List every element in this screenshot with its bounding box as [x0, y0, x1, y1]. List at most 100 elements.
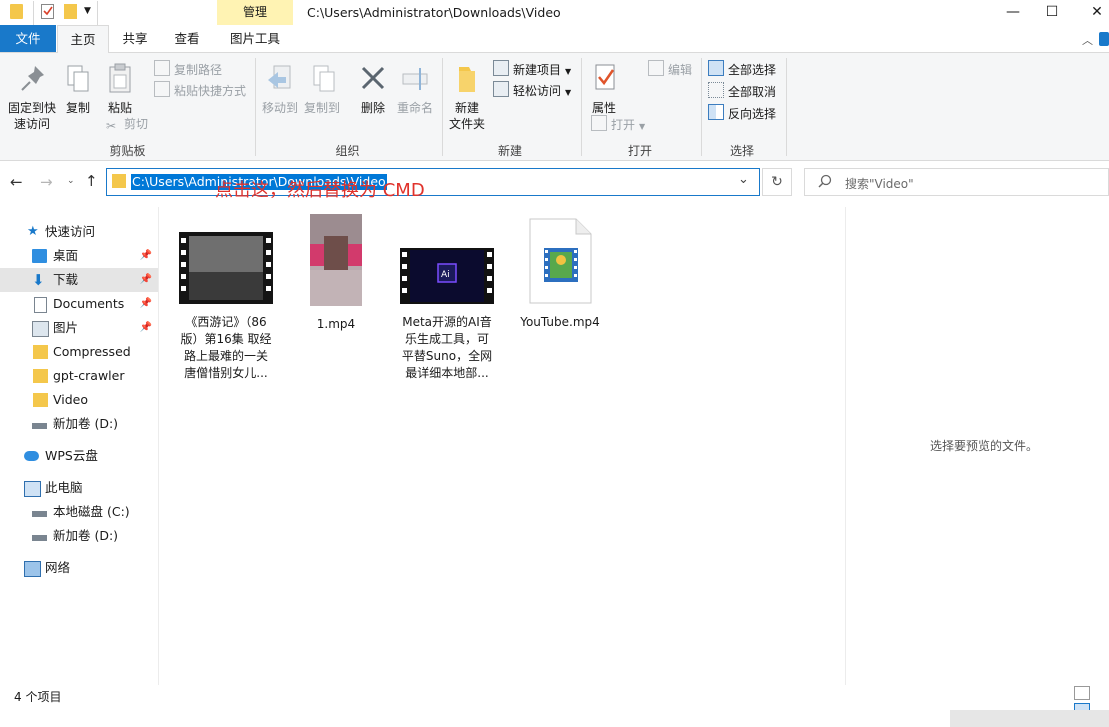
paste-button[interactable]: 粘贴: [104, 62, 136, 116]
nav-label: WPS云盘: [45, 448, 98, 463]
dropdown-arrow-icon: ▼: [565, 67, 572, 76]
details-view-icon[interactable]: [1074, 686, 1090, 700]
rename-label: 重命名: [396, 101, 433, 115]
move-to-button[interactable]: 移动到: [260, 62, 300, 116]
search-placeholder: 搜索"Video": [845, 177, 914, 191]
nav-quick-access[interactable]: ★ 快速访问: [0, 220, 158, 244]
document-icon: [34, 297, 47, 313]
easy-access-button[interactable]: 轻松访问 ▼: [493, 81, 571, 99]
nav-compressed[interactable]: Compressed: [0, 340, 158, 364]
nav-this-pc[interactable]: 此电脑: [0, 476, 158, 500]
nav-wps-cloud[interactable]: WPS云盘: [0, 444, 158, 468]
star-icon: ★: [27, 224, 39, 239]
tab-view[interactable]: 查看: [165, 25, 209, 52]
nav-label: 此电脑: [45, 480, 83, 495]
up-arrow-icon[interactable]: ↑: [85, 172, 98, 190]
edit-button[interactable]: 编辑: [648, 60, 692, 78]
computer-icon: [24, 481, 41, 497]
properties-button[interactable]: 属性: [586, 62, 622, 116]
pin-quick-access-button[interactable]: 固定到快 速访问: [4, 62, 60, 132]
copy-path-button[interactable]: 复制路径: [154, 60, 222, 78]
move-to-label: 移动到: [261, 101, 298, 115]
pin-icon: 📌: [139, 250, 152, 261]
invert-selection-icon: [708, 104, 724, 120]
folder-app-icon: [10, 4, 23, 19]
nav-documents[interactable]: Documents 📌: [0, 292, 158, 316]
address-dropdown-chevron-icon[interactable]: ⌄: [738, 172, 749, 187]
refresh-button[interactable]: ↻: [762, 168, 792, 196]
copy-button[interactable]: 复制: [62, 62, 94, 116]
file-item[interactable]: 《西游记》（86 版）第16集 取经 路上最难的一关 唐僧惜别女儿...: [174, 232, 278, 382]
scissors-icon: ✂: [106, 119, 117, 133]
pin-icon: [16, 62, 48, 96]
file-item[interactable]: YouTube.mp4: [508, 218, 612, 331]
file-name-line: 最详细本地部...: [405, 366, 489, 380]
paste-shortcut-button[interactable]: 粘贴快捷方式: [154, 81, 246, 99]
recent-locations-chevron-icon[interactable]: ⌄: [67, 176, 75, 186]
file-name-line: Meta开源的AI音: [402, 315, 492, 329]
help-icon[interactable]: [1099, 32, 1109, 46]
delete-button[interactable]: 删除: [356, 62, 390, 116]
file-item[interactable]: 1.mp4: [284, 214, 388, 333]
copy-to-button[interactable]: 复制到: [302, 62, 342, 116]
maximize-button[interactable]: ☐: [1029, 0, 1075, 25]
properties-check-icon: [588, 62, 620, 96]
close-button[interactable]: ✕: [1074, 0, 1109, 25]
new-folder-qat-icon[interactable]: [64, 4, 77, 19]
folder-icon: [451, 62, 483, 96]
new-item-button[interactable]: 新建项目 ▼: [493, 60, 571, 78]
edit-label: 编辑: [668, 63, 693, 77]
select-all-icon: [708, 60, 724, 76]
easy-access-label: 轻松访问: [513, 84, 562, 98]
video-thumbnail: Ai: [400, 248, 494, 304]
nav-local-disk-c[interactable]: 本地磁盘 (C:): [0, 500, 158, 524]
tab-home[interactable]: 主页: [57, 25, 109, 53]
file-item[interactable]: Ai Meta开源的AI音 乐生成工具，可 平替Suno，全网 最详细本地部..…: [395, 248, 499, 382]
file-name-line: 《西游记》（86: [185, 315, 267, 329]
nav-pictures[interactable]: 图片 📌: [0, 316, 158, 340]
nav-desktop[interactable]: 桌面 📌: [0, 244, 158, 268]
preview-pane-divider: [845, 207, 846, 685]
nav-drive-d-quick[interactable]: 新加卷 (D:): [0, 412, 158, 436]
select-none-icon: [708, 82, 724, 98]
pin-icon: 📌: [139, 322, 152, 333]
rename-icon: [399, 62, 431, 96]
nav-downloads[interactable]: ⬇ 下载 📌: [0, 268, 158, 292]
delete-x-icon: [357, 62, 389, 96]
nav-label: 下载: [53, 272, 79, 287]
file-name-line: 乐生成工具，可: [404, 332, 489, 346]
tab-file[interactable]: 文件: [0, 25, 56, 52]
select-none-button[interactable]: 全部取消: [708, 82, 776, 100]
picture-icon: [32, 321, 49, 337]
open-button[interactable]: 打开 ▼: [591, 115, 645, 133]
forward-arrow-icon[interactable]: →: [40, 173, 53, 191]
copy-label: 复制: [65, 101, 90, 115]
invert-selection-button[interactable]: 反向选择: [708, 104, 776, 122]
select-all-button[interactable]: 全部选择: [708, 60, 776, 78]
back-arrow-icon[interactable]: ←: [10, 173, 23, 191]
search-icon: [818, 174, 832, 191]
rename-button[interactable]: 重命名: [394, 62, 436, 116]
red-annotation-text: 点击这，然后替换为 CMD: [215, 180, 425, 201]
collapse-ribbon-icon[interactable]: ︿: [1082, 32, 1093, 48]
network-icon: [24, 561, 41, 577]
tab-share[interactable]: 共享: [113, 25, 157, 52]
properties-qat-icon[interactable]: [41, 4, 54, 19]
address-folder-icon: [112, 174, 126, 188]
manage-contextual-tab[interactable]: 管理: [217, 0, 293, 25]
status-item-count: 4 个项目: [14, 690, 62, 704]
copy-to-label: 复制到: [303, 101, 340, 115]
new-group-label: 新建: [497, 144, 522, 158]
drive-icon: [32, 511, 47, 517]
clipboard-icon: [104, 62, 136, 96]
tab-picture-tools[interactable]: 图片工具: [219, 25, 291, 52]
nav-video[interactable]: Video: [0, 388, 158, 412]
new-folder-button[interactable]: 新建 文件夹: [446, 62, 488, 132]
nav-gpt-crawler[interactable]: gpt-crawler: [0, 364, 158, 388]
nav-network[interactable]: 网络: [0, 556, 158, 580]
open-group-label: 打开: [627, 144, 652, 158]
cut-button[interactable]: ✂ 剪切: [106, 115, 148, 133]
move-to-icon: [264, 62, 296, 96]
qat-dropdown-icon[interactable]: ▼: [84, 6, 91, 16]
nav-drive-d[interactable]: 新加卷 (D:): [0, 524, 158, 548]
